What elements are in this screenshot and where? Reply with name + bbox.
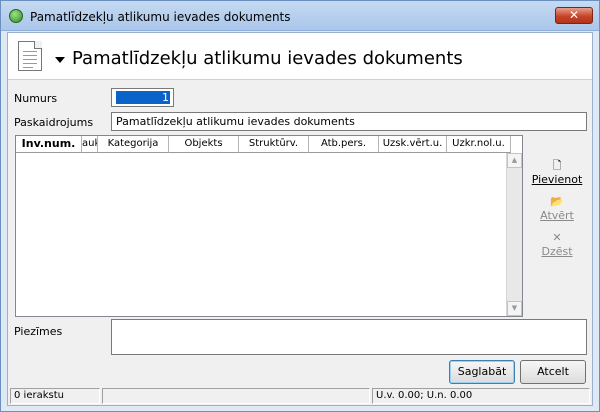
assets-grid[interactable]: Inv.num. auk Kategorija Objekts Struktūr…: [15, 135, 523, 317]
col-header-inv-num[interactable]: Inv.num.: [16, 136, 82, 153]
col-header-atb-pers[interactable]: Atb.pers.: [309, 136, 379, 153]
grid-scrollbar[interactable]: ▲ ▼: [506, 153, 522, 316]
client-area: Pamatlīdzekļu atlikumu ievades dokuments…: [7, 32, 593, 406]
title-bar[interactable]: Pamatlīdzekļu atlikumu ievades dokuments…: [1, 1, 599, 31]
document-icon: [18, 41, 42, 71]
col-header-strukturv[interactable]: Struktūrv.: [239, 136, 309, 153]
status-middle: [102, 388, 370, 404]
close-button[interactable]: ✕: [555, 7, 593, 24]
paskaidrojums-label: Paskaidrojums: [14, 116, 94, 129]
main-window: Pamatlīdzekļu atlikumu ievades dokuments…: [0, 0, 600, 412]
piezimes-field[interactable]: [111, 319, 587, 355]
save-button[interactable]: Saglabāt: [449, 360, 515, 384]
col-header-uzsk-vert[interactable]: Uzsk.vērt.u.: [379, 136, 447, 153]
dropdown-arrow-icon[interactable]: [55, 57, 65, 63]
delete-label: Dzēst: [541, 245, 573, 258]
paskaidrojums-field[interactable]: Pamatlīdzekļu atlikumu ievades dokuments: [111, 112, 587, 131]
status-bar: 0 ierakstu U.v. 0.00; U.n. 0.00: [8, 387, 592, 405]
numurs-label: Numurs: [14, 92, 58, 105]
numurs-value: 1: [116, 91, 170, 104]
header-band: Pamatlīdzekļu atlikumu ievades dokuments: [8, 33, 592, 80]
open-folder-icon: 📂: [550, 195, 564, 208]
open-label: Atvērt: [540, 209, 574, 222]
status-records: 0 ierakstu: [10, 388, 100, 404]
page-title: Pamatlīdzekļu atlikumu ievades dokuments: [72, 48, 463, 69]
col-header-kategorija[interactable]: Kategorija: [98, 136, 169, 153]
scroll-down-icon[interactable]: ▼: [507, 301, 522, 316]
add-label: Pievienot: [531, 173, 583, 186]
piezimes-label: Piezīmes: [14, 325, 63, 338]
status-totals: U.v. 0.00; U.n. 0.00: [372, 388, 590, 404]
add-button[interactable]: 🗋 Pievienot: [529, 159, 585, 186]
numurs-field[interactable]: 1: [111, 88, 174, 107]
app-icon: [9, 9, 23, 23]
new-document-icon: 🗋: [552, 159, 562, 172]
col-header-auk[interactable]: auk: [82, 136, 98, 153]
delete-button[interactable]: ✕ Dzēst: [529, 231, 585, 258]
scroll-up-icon[interactable]: ▲: [507, 153, 522, 168]
window-title: Pamatlīdzekļu atlikumu ievades dokuments: [30, 10, 291, 24]
col-header-uzkr-nol[interactable]: Uzkr.nol.u.: [447, 136, 511, 153]
cancel-button[interactable]: Atcelt: [520, 360, 586, 384]
delete-x-icon: ✕: [552, 231, 562, 244]
open-button[interactable]: 📂 Atvērt: [529, 195, 585, 222]
col-header-objekts[interactable]: Objekts: [169, 136, 239, 153]
